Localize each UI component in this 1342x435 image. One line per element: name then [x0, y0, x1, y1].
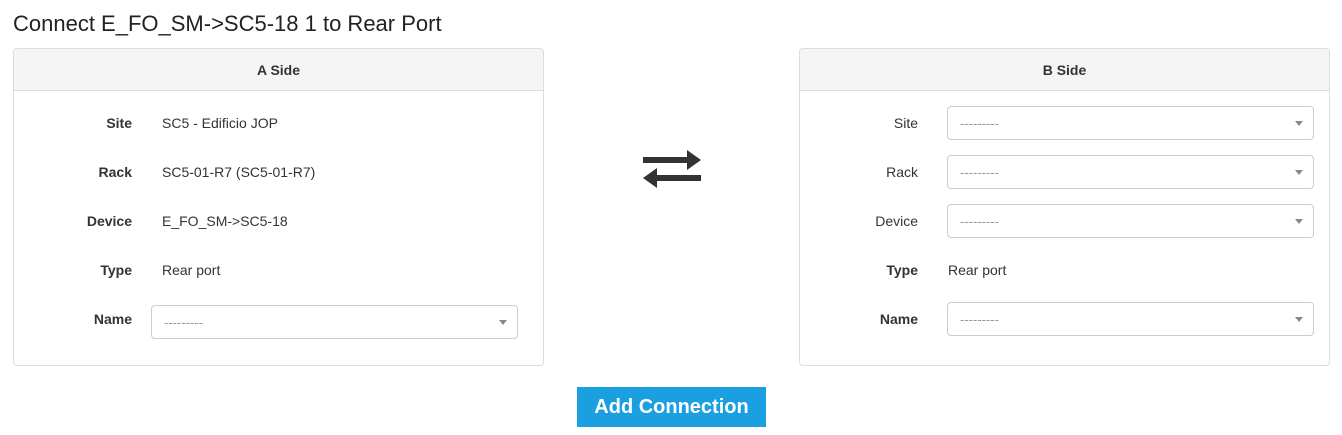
b-side-name-select[interactable]: ---------	[947, 302, 1314, 336]
add-connection-button[interactable]: Add Connection	[577, 387, 766, 427]
a-side-rack-value: SC5-01-R7 (SC5-01-R7)	[162, 164, 316, 180]
b-side-device-select[interactable]: ---------	[947, 204, 1314, 238]
b-side-type-row: Type Rear port	[800, 253, 1329, 287]
a-side-device-label: Device	[86, 213, 132, 229]
b-side-site-label: Site	[893, 115, 918, 131]
a-side-type-row: Type Rear port	[14, 253, 543, 287]
a-side-rack-row: Rack SC5-01-R7 (SC5-01-R7)	[14, 155, 543, 189]
b-side-rack-select-value: ---------	[960, 164, 999, 180]
a-side-type-label: Type	[100, 262, 132, 278]
b-side-device-select-value: ---------	[960, 213, 999, 229]
a-side-name-label: Name	[93, 311, 132, 327]
b-side-name-select-value: ---------	[960, 311, 999, 327]
a-side-site-label: Site	[106, 115, 132, 131]
a-side-heading: A Side	[14, 49, 543, 91]
chevron-down-icon	[1295, 219, 1303, 224]
a-side-panel: A Side Site SC5 - Edificio JOP Rack SC5-…	[13, 48, 544, 366]
page-title: Connect E_FO_SM->SC5-18 1 to Rear Port	[13, 11, 442, 36]
chevron-down-icon	[499, 320, 507, 325]
chevron-down-icon	[1295, 170, 1303, 175]
b-side-type-label: Type	[886, 262, 918, 278]
b-side-rack-select[interactable]: ---------	[947, 155, 1314, 189]
b-side-heading: B Side	[800, 49, 1329, 91]
b-side-type-value: Rear port	[948, 262, 1007, 278]
chevron-down-icon	[1295, 121, 1303, 126]
chevron-down-icon	[1295, 317, 1303, 322]
a-side-rack-label: Rack	[98, 164, 132, 180]
a-side-device-value: E_FO_SM->SC5-18	[162, 213, 288, 229]
a-side-name-select[interactable]: ---------	[151, 305, 518, 339]
b-side-site-select-value: ---------	[960, 115, 999, 131]
b-side-name-label: Name	[879, 311, 918, 327]
b-side-device-label: Device	[875, 213, 918, 229]
a-side-type-value: Rear port	[162, 262, 221, 278]
b-side-panel: B Side Site --------- Rack --------- Dev…	[799, 48, 1330, 366]
swap-arrows-icon[interactable]	[643, 150, 701, 188]
a-side-site-row: Site SC5 - Edificio JOP	[14, 106, 543, 140]
b-side-site-select[interactable]: ---------	[947, 106, 1314, 140]
a-side-site-value: SC5 - Edificio JOP	[162, 115, 278, 131]
b-side-rack-label: Rack	[886, 164, 918, 180]
a-side-name-select-value: ---------	[164, 314, 203, 330]
a-side-device-row: Device E_FO_SM->SC5-18	[14, 204, 543, 238]
